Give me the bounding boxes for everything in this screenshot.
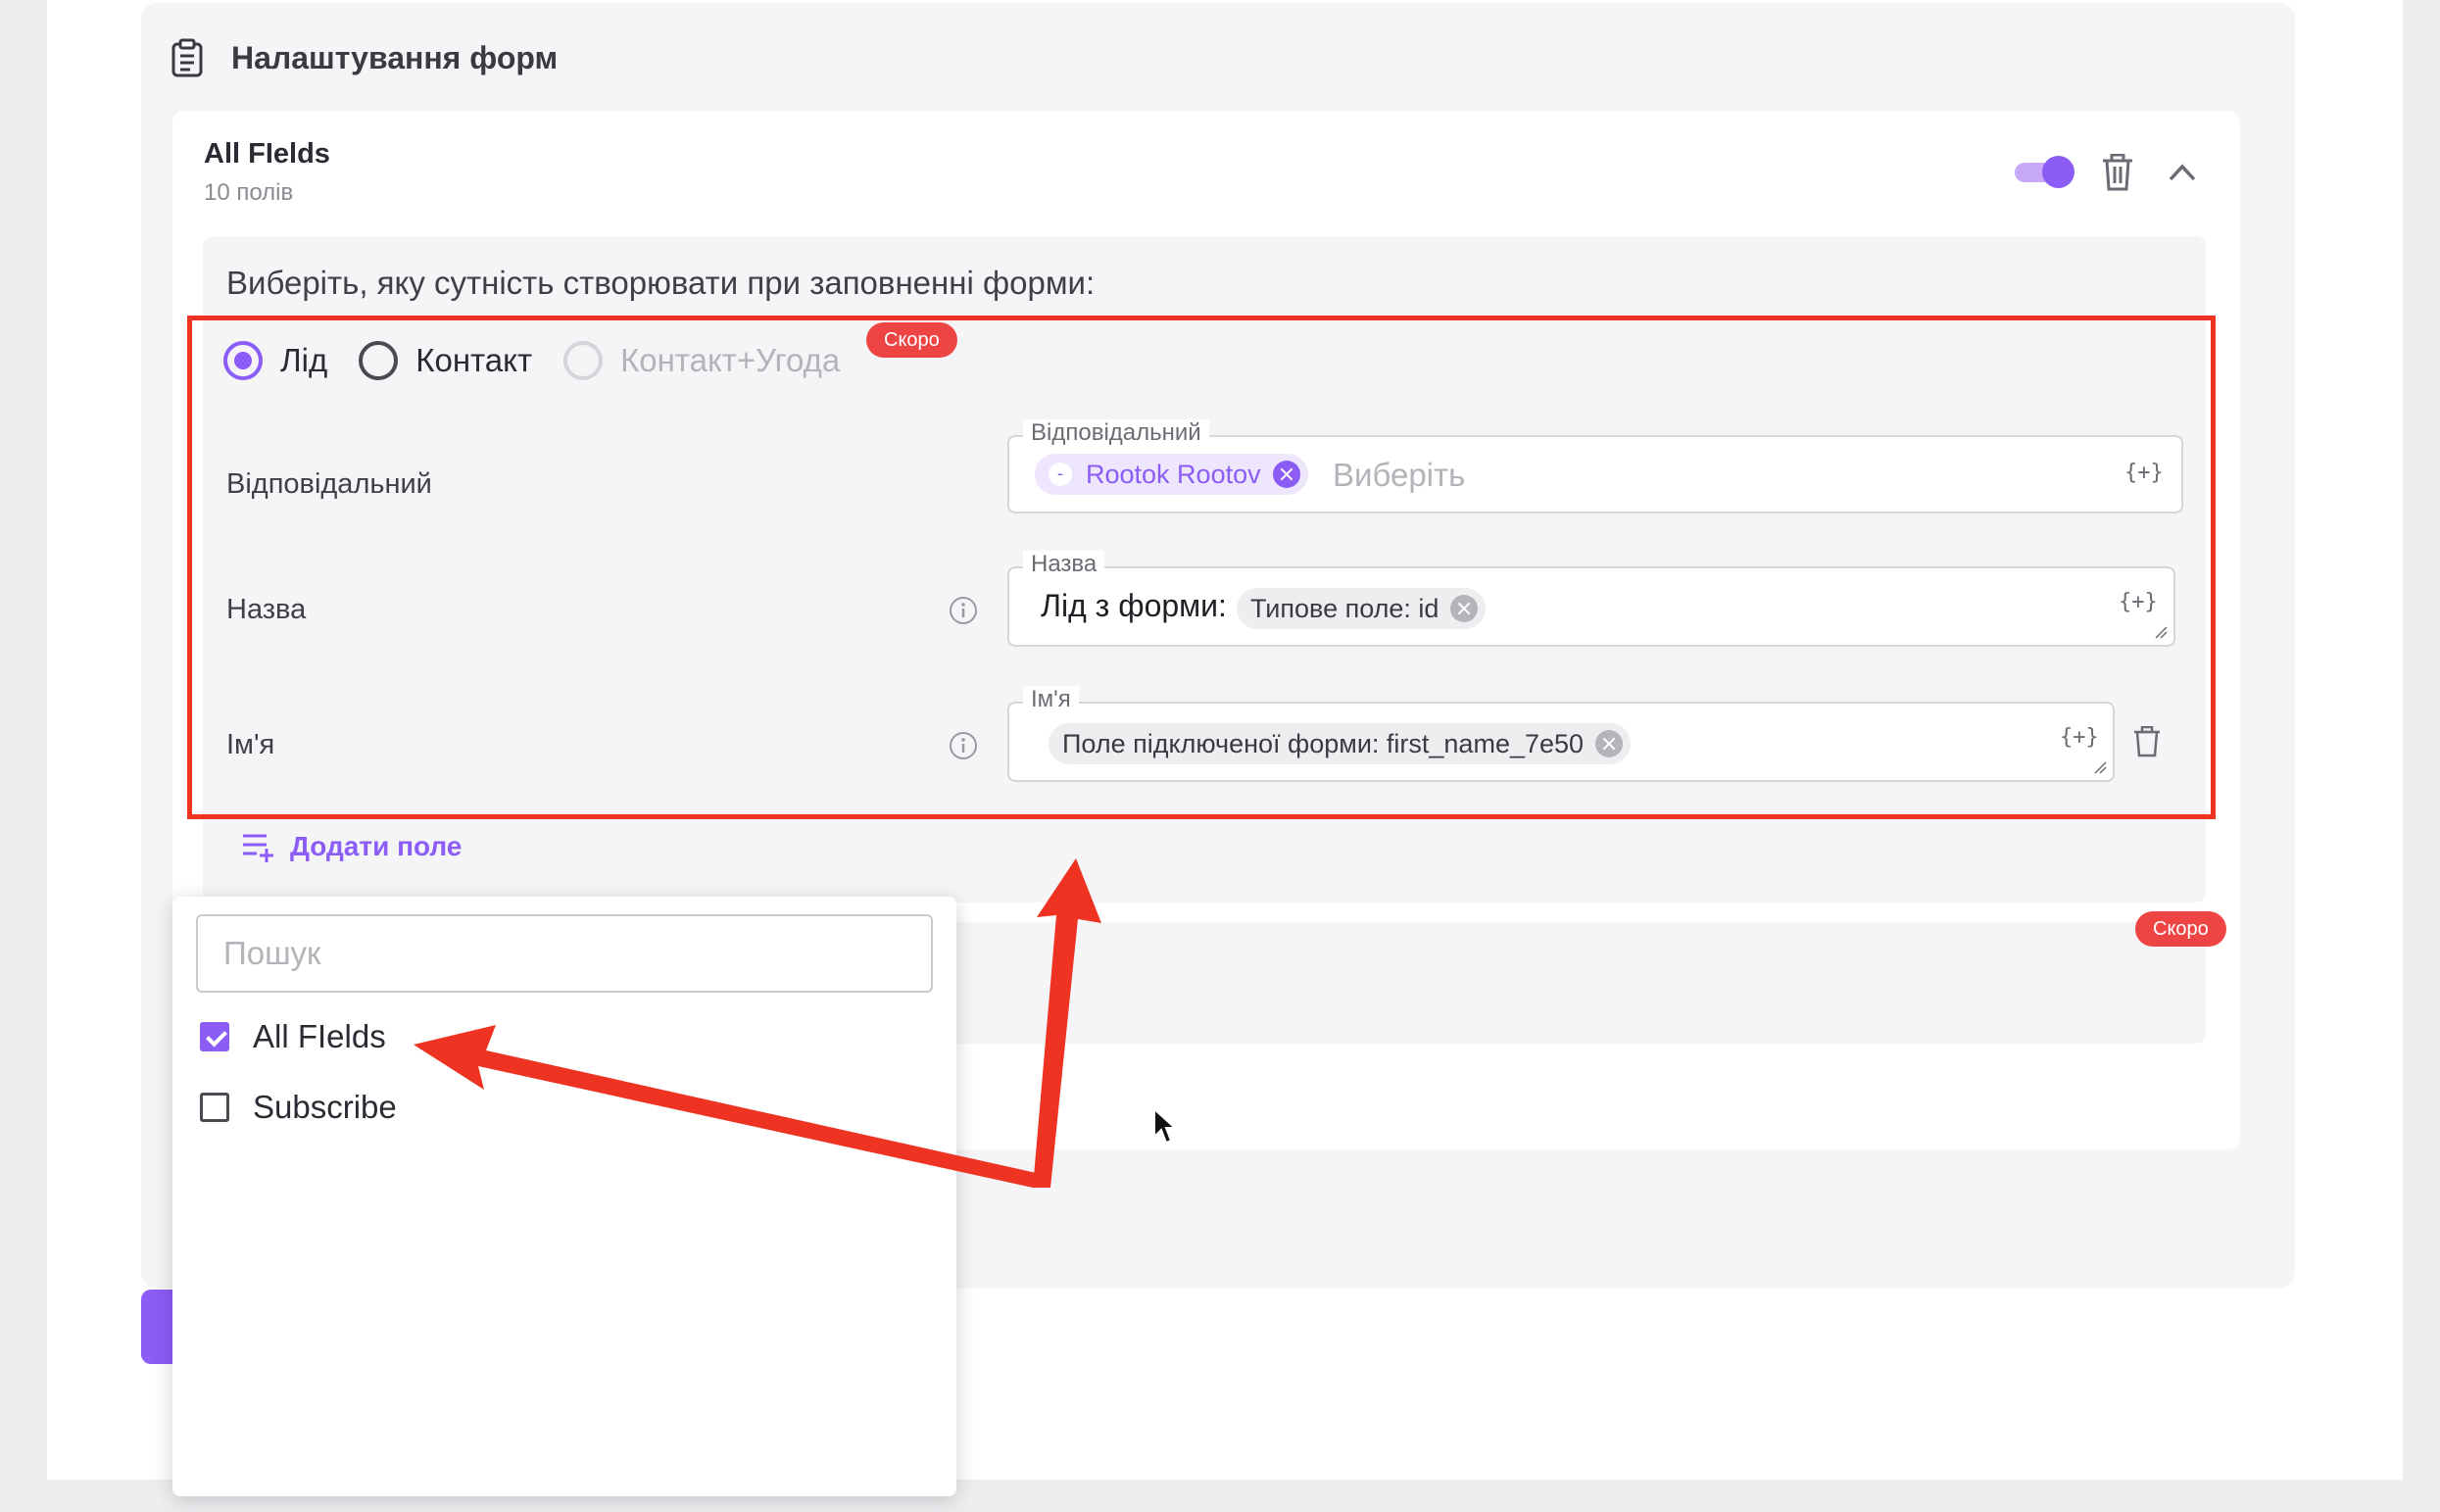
entity-question: Виберіть, яку сутність створювати при за…: [226, 265, 1096, 301]
add-field-button[interactable]: Додати поле: [241, 831, 462, 862]
clipboard-icon: [171, 38, 203, 77]
annotation-highlight-box: [187, 316, 2216, 819]
dropdown-option-all-fields[interactable]: All FIelds: [200, 1018, 386, 1055]
dropdown-option-subscribe[interactable]: Subscribe: [200, 1089, 397, 1126]
search-input[interactable]: [196, 914, 933, 993]
dropdown-option-label: Subscribe: [253, 1089, 397, 1125]
add-list-icon: [243, 834, 273, 862]
section-header: Налаштування форм: [171, 38, 558, 77]
form-card-title: All FIelds: [204, 138, 330, 170]
collapse-chevron-up-icon[interactable]: [2168, 160, 2197, 185]
checkbox-checked[interactable]: [200, 1022, 229, 1051]
form-select-dropdown: All FIelds Subscribe: [172, 897, 956, 1496]
checkbox-unchecked[interactable]: [200, 1093, 229, 1122]
form-card-field-count: 10 полів: [204, 179, 294, 206]
add-field-label: Додати поле: [290, 831, 463, 861]
dropdown-option-label: All FIelds: [253, 1018, 386, 1054]
mouse-cursor-icon: [1153, 1107, 1178, 1145]
toggle-knob: [2042, 156, 2074, 188]
soon-badge: Скоро: [2135, 911, 2226, 947]
delete-form-trash-icon[interactable]: [2101, 154, 2134, 191]
form-enabled-toggle[interactable]: [2015, 156, 2074, 188]
section-title: Налаштування форм: [231, 39, 559, 75]
